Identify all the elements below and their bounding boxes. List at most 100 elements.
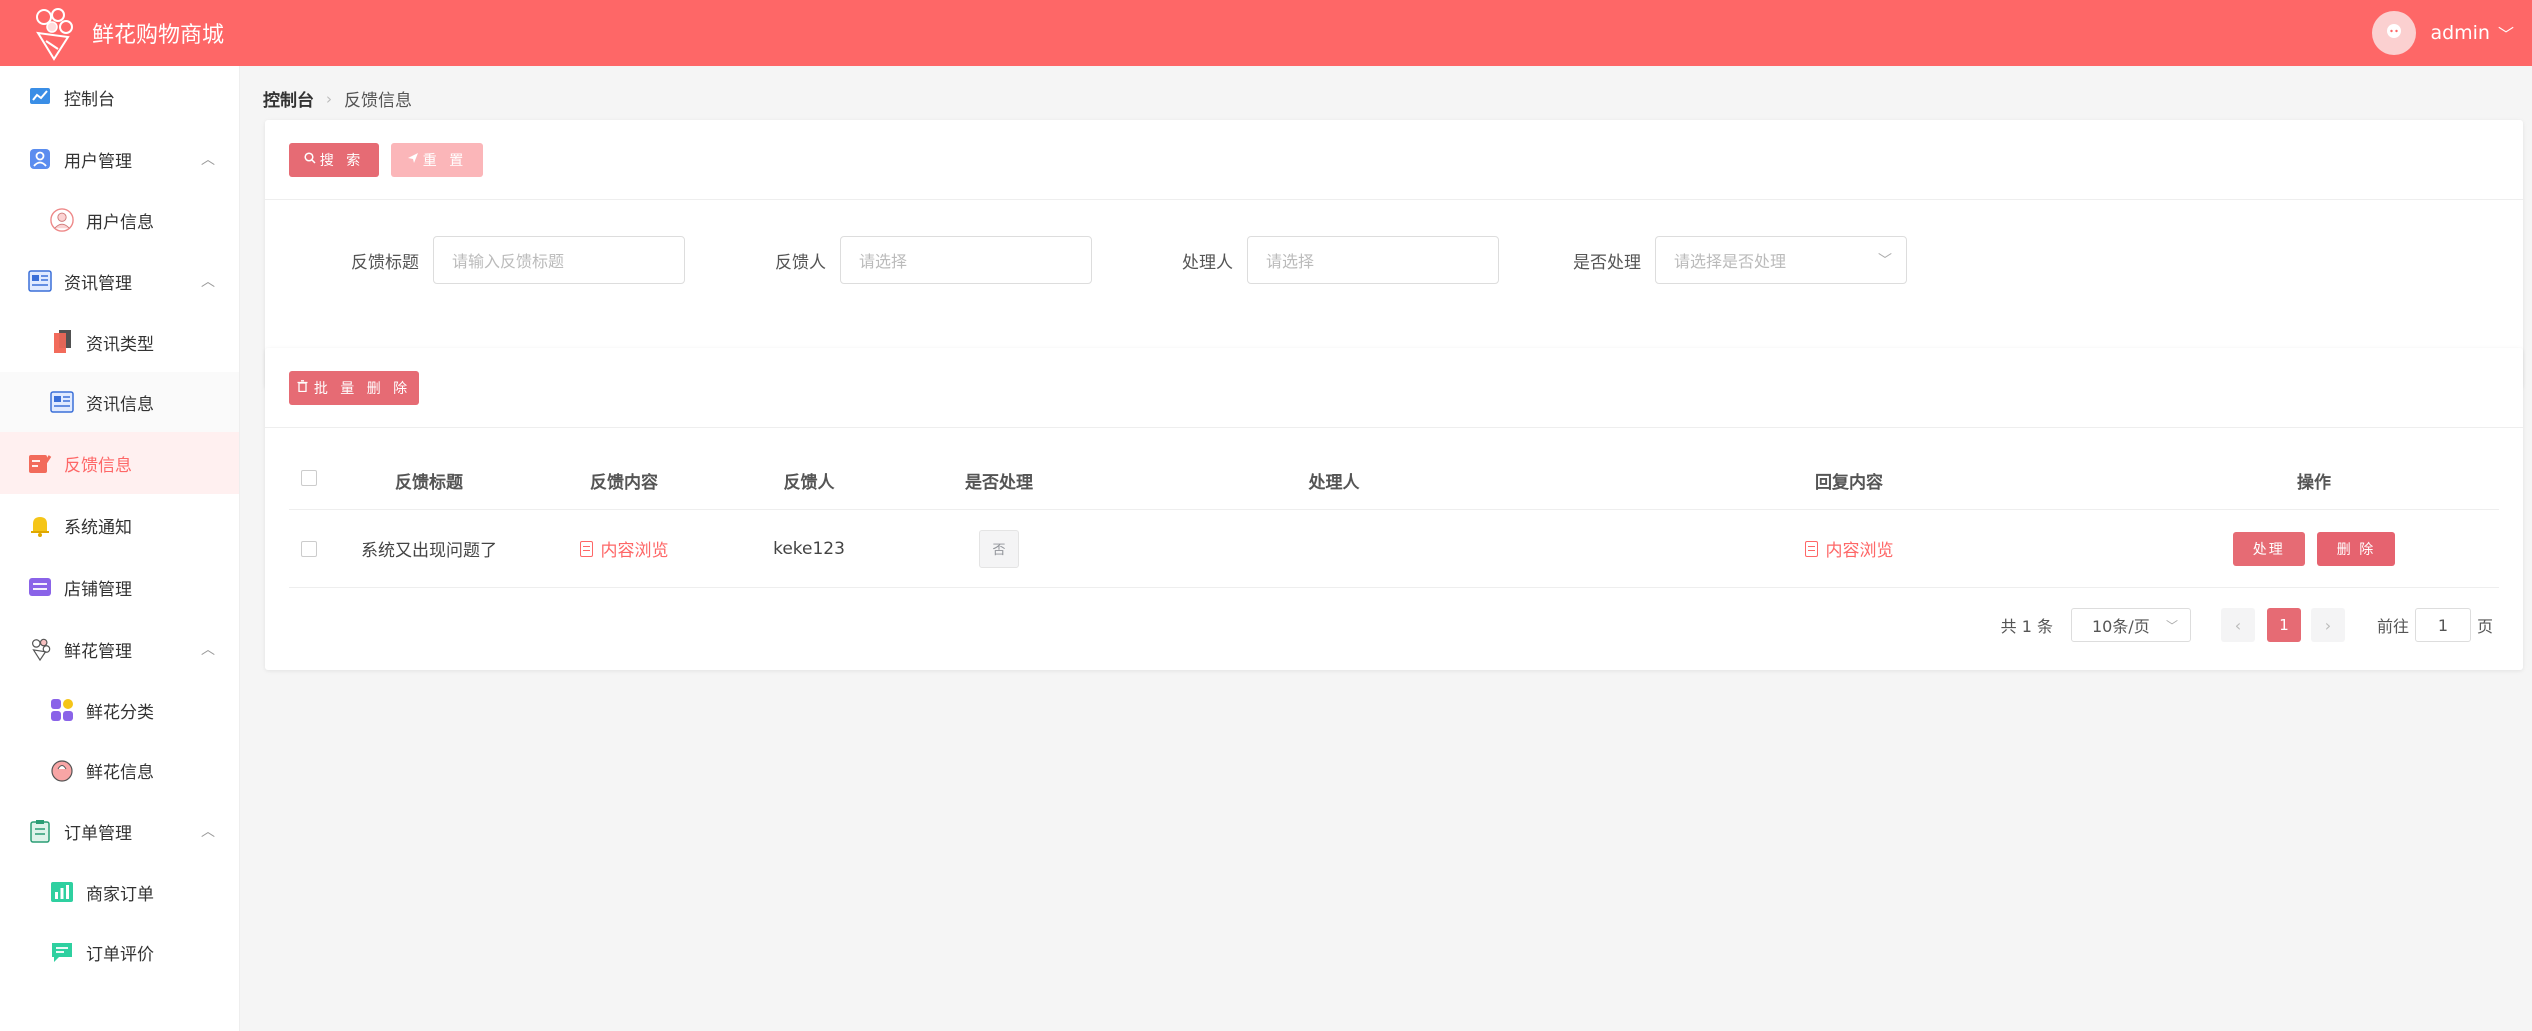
search-button[interactable]: 搜 索 bbox=[289, 142, 379, 177]
column-header: 是否处理 bbox=[965, 473, 1033, 493]
sidebar-item-label: 反馈信息 bbox=[64, 455, 132, 476]
username[interactable]: admin bbox=[2430, 22, 2490, 44]
page-size-select[interactable]: 10条/页 ﹀ bbox=[2070, 608, 2191, 642]
feedback-title-input[interactable]: 请输入反馈标题 bbox=[433, 236, 685, 284]
field-label: 反馈标题 bbox=[351, 252, 419, 273]
search-icon bbox=[304, 151, 316, 168]
reply-content-cell: 内容浏览 bbox=[1569, 536, 2129, 561]
view-reply-link[interactable]: 内容浏览 bbox=[1804, 536, 1894, 561]
sidebar-item-feedback[interactable]: 反馈信息 bbox=[0, 432, 239, 494]
chevron-up-icon: ︿ bbox=[201, 274, 215, 290]
actions-cell: 处理 删 除 bbox=[2129, 531, 2499, 566]
search-button-label: 搜 索 bbox=[319, 152, 365, 169]
row-checkbox[interactable] bbox=[301, 540, 317, 557]
batch-delete-button[interactable]: 批 量 删 除 bbox=[289, 370, 419, 405]
goto-label: 前往 bbox=[2376, 617, 2409, 636]
link-label: 内容浏览 bbox=[1825, 541, 1894, 561]
trash-icon bbox=[297, 379, 308, 396]
prev-page-button[interactable]: ‹ bbox=[2220, 608, 2255, 642]
sidebar-item-order-management[interactable]: 订单管理 ︿ bbox=[0, 800, 239, 862]
send-icon bbox=[407, 152, 419, 168]
column-header: 处理人 bbox=[1308, 473, 1360, 493]
table-card: 批 量 删 除 反馈标题 反馈内容 反馈人 是否处理 处理人 回复内容 操作 系… bbox=[265, 348, 2523, 670]
category-grid-icon bbox=[50, 698, 74, 722]
sidebar-item-user-info[interactable]: 用户信息 bbox=[0, 190, 239, 250]
document-icon bbox=[1804, 540, 1818, 557]
bouquet-icon bbox=[28, 637, 52, 662]
column-header: 操作 bbox=[2297, 473, 2331, 493]
field-label: 反馈人 bbox=[775, 252, 826, 273]
bar-chart-icon bbox=[50, 880, 74, 904]
sidebar-item-notifications[interactable]: 系统通知 bbox=[0, 494, 239, 556]
breadcrumb: 控制台 › 反馈信息 bbox=[263, 86, 412, 112]
table-row: 系统又出现问题了 内容浏览 keke123 否 内容浏览 处理 删 除 bbox=[289, 510, 2499, 588]
document-icon bbox=[579, 540, 593, 557]
feedback-content-cell: 内容浏览 bbox=[529, 536, 719, 561]
search-toolbar: 搜 索 重 置 bbox=[265, 120, 2523, 200]
input-placeholder: 请选择 bbox=[1266, 252, 1315, 271]
chevron-up-icon: ︿ bbox=[201, 152, 215, 168]
table-toolbar: 批 量 删 除 bbox=[265, 348, 2523, 428]
feedback-title-cell: 系统又出现问题了 bbox=[361, 541, 497, 561]
chevron-right-icon: › bbox=[326, 89, 332, 108]
delete-button[interactable]: 删 除 bbox=[2316, 531, 2396, 566]
handled-select[interactable]: 请选择是否处理 ﹀ bbox=[1655, 236, 1907, 284]
sidebar-item-flower-info[interactable]: 鲜花信息 bbox=[0, 740, 239, 800]
sidebar-item-news-info[interactable]: 资讯信息 bbox=[0, 372, 239, 432]
newspaper-icon bbox=[50, 390, 74, 414]
search-filters: 反馈标题 请输入反馈标题 反馈人 请选择 处理人 请选择 是否处理 请选择是否处… bbox=[265, 200, 2523, 320]
sidebar: 控制台 用户管理 ︿ 用户信息 资讯管理 ︿ 资讯类型 资讯信息 反馈信息 系统… bbox=[0, 66, 240, 1031]
app-title: 鲜花购物商城 bbox=[92, 23, 225, 48]
breadcrumb-root[interactable]: 控制台 bbox=[263, 86, 314, 111]
goto-page-input[interactable]: 1 bbox=[2414, 608, 2471, 642]
user-avatar-icon bbox=[50, 208, 74, 232]
sidebar-item-label: 订单管理 bbox=[64, 823, 132, 844]
view-content-link[interactable]: 内容浏览 bbox=[579, 536, 669, 561]
column-header: 反馈标题 bbox=[395, 473, 463, 493]
input-placeholder: 请选择 bbox=[859, 252, 908, 271]
filter-feedback-user: 反馈人 请选择 bbox=[775, 236, 1092, 284]
user-menu[interactable]: admin ﹀ bbox=[2372, 0, 2514, 66]
column-header: 反馈人 bbox=[783, 473, 835, 493]
column-header: 反馈内容 bbox=[590, 473, 658, 493]
filter-handled: 是否处理 请选择是否处理 ﹀ bbox=[1573, 236, 1907, 284]
sidebar-item-label: 系统通知 bbox=[64, 517, 132, 538]
sidebar-item-shop-management[interactable]: 店铺管理 bbox=[0, 556, 239, 618]
filter-handler: 处理人 请选择 bbox=[1182, 236, 1499, 284]
sidebar-item-flower-category[interactable]: 鲜花分类 bbox=[0, 680, 239, 740]
sidebar-item-news-management[interactable]: 资讯管理 ︿ bbox=[0, 250, 239, 312]
chevron-down-icon[interactable]: ﹀ bbox=[2498, 21, 2514, 45]
sidebar-item-label: 用户管理 bbox=[64, 151, 132, 172]
main-content: 控制台 › 反馈信息 搜 索 重 置 反馈标题 请输入反馈标题 反馈人 请选择 … bbox=[241, 66, 2532, 1031]
sidebar-item-news-type[interactable]: 资讯类型 bbox=[0, 312, 239, 372]
sidebar-item-user-management[interactable]: 用户管理 ︿ bbox=[0, 128, 239, 190]
reset-button[interactable]: 重 置 bbox=[391, 142, 483, 177]
flower-icon bbox=[50, 758, 74, 782]
page-number-button[interactable]: 1 bbox=[2266, 608, 2301, 642]
sidebar-item-flower-management[interactable]: 鲜花管理 ︿ bbox=[0, 618, 239, 680]
next-page-button[interactable]: › bbox=[2310, 608, 2345, 642]
sidebar-item-label: 鲜花分类 bbox=[86, 702, 154, 723]
handled-cell: 否 bbox=[899, 529, 1099, 568]
flower-logo-icon bbox=[22, 1, 86, 65]
sidebar-item-label: 订单评价 bbox=[86, 944, 154, 965]
sidebar-item-dashboard[interactable]: 控制台 bbox=[0, 66, 239, 128]
chevron-down-icon: ﹀ bbox=[1878, 253, 1892, 269]
user-group-icon bbox=[28, 147, 52, 171]
batch-delete-label: 批 量 删 除 bbox=[313, 380, 412, 397]
sidebar-item-order-reviews[interactable]: 订单评价 bbox=[0, 922, 239, 982]
select-all-cell bbox=[289, 470, 329, 491]
field-label: 处理人 bbox=[1182, 252, 1233, 273]
select-all-checkbox[interactable] bbox=[301, 470, 317, 486]
handle-button[interactable]: 处理 bbox=[2232, 531, 2305, 566]
reset-button-label: 重 置 bbox=[422, 152, 468, 169]
feedback-table: 反馈标题 反馈内容 反馈人 是否处理 处理人 回复内容 操作 系统又出现问题了 … bbox=[289, 452, 2499, 588]
edit-note-icon bbox=[28, 451, 52, 475]
handler-input[interactable]: 请选择 bbox=[1247, 236, 1499, 284]
avatar[interactable] bbox=[2372, 11, 2417, 55]
filter-feedback-title: 反馈标题 请输入反馈标题 bbox=[351, 236, 685, 284]
newspaper-icon bbox=[28, 269, 52, 293]
feedback-user-input[interactable]: 请选择 bbox=[840, 236, 1092, 284]
sidebar-item-merchant-orders[interactable]: 商家订单 bbox=[0, 862, 239, 922]
bookmark-icon bbox=[50, 330, 74, 354]
